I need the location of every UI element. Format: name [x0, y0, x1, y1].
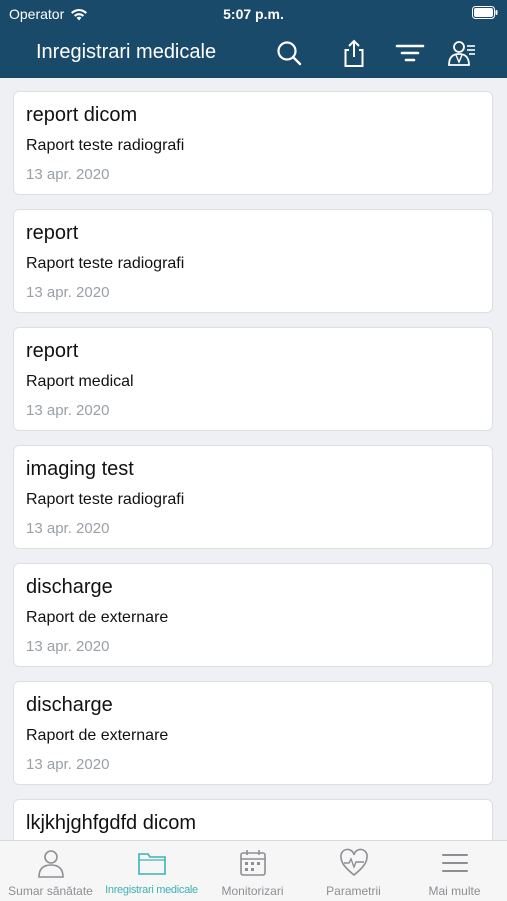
share-icon[interactable] — [339, 38, 369, 68]
record-type: Raport de externare — [26, 727, 169, 744]
record-title: discharge — [26, 576, 113, 598]
tab-parameters[interactable]: Parametrii — [303, 841, 404, 901]
record-type: Raport teste radiografi — [26, 137, 185, 154]
record-card[interactable]: imaging test Raport teste radiografi 13 … — [13, 445, 493, 549]
record-date: 13 apr. 2020 — [26, 284, 110, 301]
record-type: Raport teste radiografi — [26, 255, 185, 272]
tab-label: Sumar sănătate — [8, 884, 93, 898]
record-card[interactable]: discharge Raport de externare 13 apr. 20… — [13, 563, 493, 667]
status-time: 5:07 p.m. — [223, 6, 284, 22]
record-title: discharge — [26, 694, 113, 716]
record-card[interactable]: discharge Raport de externare 13 apr. 20… — [13, 681, 493, 785]
tab-medical-records[interactable]: Inregistrari medicale — [101, 841, 202, 901]
menu-icon — [442, 854, 468, 872]
tab-health-summary[interactable]: Sumar sănătate — [0, 841, 101, 901]
status-bar: Operator 5:07 p.m. — [0, 0, 507, 28]
page-title: Inregistrari medicale — [36, 41, 217, 63]
record-card[interactable]: report Raport medical 13 apr. 2020 — [13, 327, 493, 431]
record-card[interactable]: lkjkhjghfgdfd dicom — [13, 799, 493, 840]
person-icon — [38, 850, 64, 878]
battery-icon — [472, 6, 498, 19]
calendar-icon — [240, 850, 266, 876]
tab-label: Parametrii — [326, 884, 381, 898]
tab-more[interactable]: Mai multe — [404, 841, 505, 901]
record-title: report dicom — [26, 104, 138, 126]
search-icon[interactable] — [274, 38, 304, 68]
filter-icon[interactable] — [395, 38, 425, 68]
record-date: 13 apr. 2020 — [26, 638, 110, 655]
record-date: 13 apr. 2020 — [26, 402, 110, 419]
record-title: imaging test — [26, 458, 134, 480]
folder-icon — [138, 853, 166, 875]
records-list[interactable]: report dicom Raport teste radiografi 13 … — [0, 78, 507, 840]
tab-monitoring[interactable]: Monitorizari — [202, 841, 303, 901]
record-card[interactable]: report dicom Raport teste radiografi 13 … — [13, 91, 493, 195]
record-title: report — [26, 222, 79, 244]
tab-label: Monitorizari — [221, 884, 284, 898]
tab-bar: Sumar sănătate Inregistrari medicale Mon… — [0, 840, 507, 901]
record-type: Raport de externare — [26, 609, 169, 626]
record-title: report — [26, 340, 79, 362]
tab-label: Mai multe — [428, 884, 481, 898]
doctor-list-icon[interactable] — [447, 38, 477, 68]
record-card[interactable]: report Raport teste radiografi 13 apr. 2… — [13, 209, 493, 313]
tab-label: Inregistrari medicale — [105, 884, 198, 896]
record-type: Raport medical — [26, 373, 134, 390]
record-date: 13 apr. 2020 — [26, 520, 110, 537]
record-date: 13 apr. 2020 — [26, 756, 110, 773]
record-date: 13 apr. 2020 — [26, 166, 110, 183]
heart-pulse-icon — [340, 848, 368, 877]
header-bar: Inregistrari medicale — [0, 28, 507, 78]
record-type: Raport teste radiografi — [26, 491, 185, 508]
record-title: lkjkhjghfgdfd dicom — [26, 812, 197, 834]
